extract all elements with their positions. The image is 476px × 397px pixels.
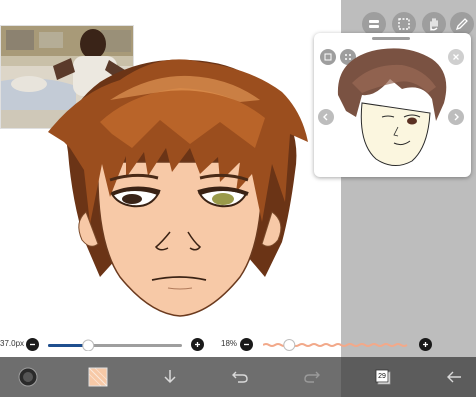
prev-icon bbox=[323, 113, 328, 121]
layers-count-button[interactable]: 29 bbox=[372, 357, 394, 397]
opacity-decrease-button[interactable] bbox=[240, 338, 253, 351]
undo-button[interactable] bbox=[228, 357, 252, 397]
back-button[interactable] bbox=[442, 357, 466, 397]
brush-size-decrease-button[interactable] bbox=[26, 338, 39, 351]
layers-icon bbox=[369, 20, 379, 28]
minus-icon bbox=[244, 343, 249, 346]
brush-size-increase-button[interactable] bbox=[191, 338, 204, 351]
minus-icon bbox=[30, 343, 35, 346]
hand-icon bbox=[430, 18, 438, 31]
brush-size-slider[interactable] bbox=[48, 339, 182, 351]
brush-preview-icon bbox=[18, 367, 38, 387]
redo-icon bbox=[304, 371, 320, 383]
preview-drag-handle[interactable] bbox=[372, 37, 410, 40]
redo-button[interactable] bbox=[300, 357, 324, 397]
plus-icon bbox=[423, 342, 428, 347]
bottom-toolbar: 29 bbox=[0, 357, 476, 397]
preview-panel[interactable] bbox=[314, 33, 471, 177]
brush-size-knob[interactable] bbox=[82, 339, 95, 351]
brush-opacity-slider[interactable] bbox=[263, 339, 411, 351]
brush-preview-button[interactable] bbox=[14, 357, 42, 397]
color-swatch-icon bbox=[88, 367, 108, 387]
selection-icon bbox=[398, 18, 410, 30]
plus-icon bbox=[195, 342, 200, 347]
preview-image bbox=[337, 48, 447, 166]
color-swatch-button[interactable] bbox=[86, 357, 110, 397]
download-icon bbox=[164, 370, 176, 384]
drawing-app: 37.0px 18% 29 bbox=[0, 0, 476, 397]
brush-size-value: 37.0px bbox=[0, 339, 25, 348]
opacity-increase-button[interactable] bbox=[419, 338, 432, 351]
back-icon bbox=[447, 371, 461, 383]
canvas-drawing[interactable] bbox=[40, 52, 320, 322]
brush-opacity-value: 18% bbox=[221, 339, 238, 348]
brush-slider-row: 37.0px 18% bbox=[0, 335, 476, 355]
layers-count-text: 29 bbox=[378, 372, 386, 380]
opacity-knob[interactable] bbox=[283, 339, 296, 351]
brush-size-fill bbox=[48, 344, 89, 347]
pen-icon bbox=[455, 18, 468, 31]
download-button[interactable] bbox=[158, 357, 182, 397]
undo-icon bbox=[232, 371, 248, 383]
